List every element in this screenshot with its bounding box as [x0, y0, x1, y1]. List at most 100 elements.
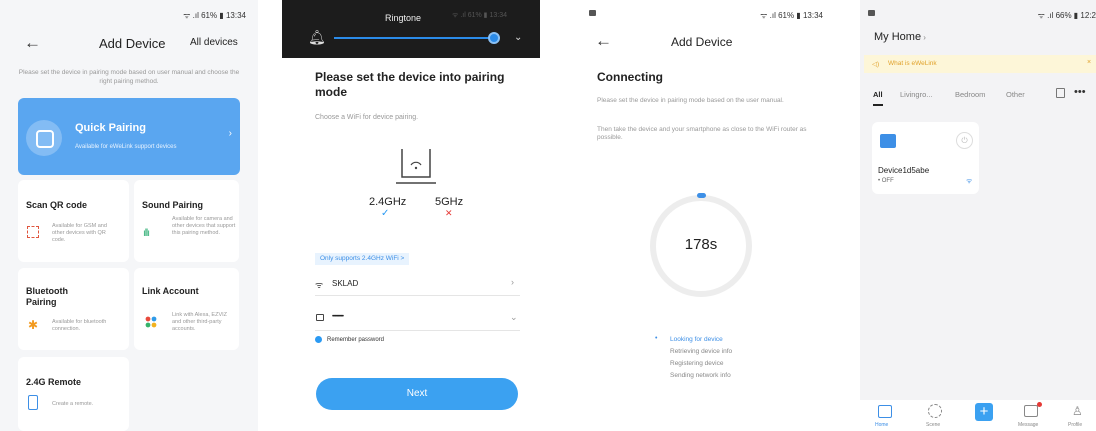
back-arrow-icon[interactable]: ← [595, 32, 612, 49]
link-account-card[interactable]: Link Account Link with Alexa, EZVIZ and … [134, 268, 239, 350]
banner-text: What is eWeLink [888, 60, 937, 67]
scan-qr-desc: Available for GSM and other devices with… [52, 223, 107, 243]
divider [315, 330, 520, 331]
ringtone-label: Ringtone [385, 13, 422, 23]
back-arrow-icon[interactable]: ← [24, 34, 41, 51]
remote-desc: Create a remote. [52, 401, 94, 407]
status-text: ᯤ .ıl 61% ▮ 13:34 [760, 11, 823, 20]
more-options-icon[interactable]: ••• [1074, 86, 1086, 98]
remember-password-label: Remember password [327, 337, 385, 343]
volume-track[interactable] [334, 37, 494, 39]
check-icon: ✓ [381, 208, 390, 219]
info-banner[interactable]: ◁) What is eWeLink × [864, 55, 1096, 73]
nav-home-icon[interactable] [878, 405, 892, 418]
password-field[interactable]: •••••••••• [332, 314, 344, 320]
link-account-desc: Link with Alexa, EZVIZ and other third-p… [172, 312, 228, 332]
volume-slider-knob[interactable] [488, 32, 500, 44]
remember-password-checkbox[interactable] [315, 336, 322, 343]
quick-pairing-icon [26, 120, 62, 156]
quick-pairing-desc: Available for eWeLink support devices [75, 144, 177, 150]
step-looking-for-device: Looking for device [670, 336, 723, 343]
band-24ghz-label: 2.4GHz [369, 196, 407, 208]
status-text: ᯤ .ıl 61% ▮ 13:34 [183, 11, 246, 20]
divider [315, 295, 520, 296]
router-icon [396, 149, 436, 184]
bottom-navigation: Home Scene + Message ♙ Profile [860, 400, 1096, 431]
home-screen: ᯤ .ıl 66% ▮ 12:2 My Home › ◁) What is eW… [860, 0, 1096, 431]
device-icon [880, 134, 896, 148]
home-name: My Home [874, 31, 922, 43]
nav-scene-icon[interactable] [928, 404, 942, 418]
network-icon: ᯤ [966, 178, 973, 185]
ringtone-volume-bar: Ringtone ᯤ .ıl 61% ▮ 13:34 🔔︎ ⌄ [282, 0, 540, 58]
wifi-icon: ᯤ [315, 280, 324, 290]
remote-card[interactable]: 2.4G Remote Create a remote. [18, 357, 129, 431]
list-view-icon[interactable] [1056, 88, 1065, 98]
speaker-icon: ◁) [872, 61, 880, 68]
unread-badge [1037, 402, 1042, 407]
step-bullet: • [655, 335, 658, 342]
sound-pairing-desc: Available for camera and other devices t… [172, 216, 236, 236]
chevron-right-icon: › [921, 33, 926, 42]
bluetooth-icon: ✱ [28, 318, 39, 332]
tab-other[interactable]: Other [1006, 90, 1025, 99]
notification-icon [589, 10, 596, 16]
home-selector[interactable]: My Home › [874, 31, 926, 43]
bluetooth-pairing-card[interactable]: Bluetooth Pairing ✱ Available for blueto… [18, 268, 129, 350]
sound-wave-icon: ıllı [143, 228, 150, 239]
qr-scan-icon [27, 226, 39, 238]
chevron-right-icon[interactable]: › [511, 277, 514, 287]
status-text: ᯤ .ıl 61% ▮ 13:34 [452, 12, 507, 19]
remote-icon [28, 395, 38, 410]
wifi-setup-screen: Ringtone ᯤ .ıl 61% ▮ 13:34 🔔︎ ⌄ Please s… [282, 0, 540, 431]
device-card[interactable]: ⏻ Device1d5abe • OFF ᯤ [872, 122, 979, 194]
step-sending-network-info: Sending network info [670, 372, 731, 379]
sound-pairing-title: Sound Pairing [142, 200, 204, 210]
step-registering-device: Registering device [670, 360, 724, 367]
scan-qr-title: Scan QR code [26, 200, 88, 210]
scan-qr-card[interactable]: Scan QR code Available for GSM and other… [18, 180, 129, 262]
wifi-ssid-value[interactable]: SKLAD [332, 279, 358, 288]
step-retrieving-info: Retrieving device info [670, 348, 733, 355]
link-account-icon [145, 315, 157, 328]
status-text: ᯤ .ıl 66% ▮ 12:2 [1037, 11, 1096, 20]
bluetooth-desc: Available for bluetooth connection. [52, 319, 107, 332]
quick-pairing-title: Quick Pairing [75, 122, 146, 134]
link-account-title: Link Account [142, 286, 199, 296]
tab-bedroom[interactable]: Bedroom [955, 90, 985, 99]
device-status: • OFF [878, 178, 894, 184]
lock-icon [316, 314, 324, 321]
nav-profile-icon[interactable]: ♙ [1072, 404, 1083, 418]
connecting-heading: Connecting [597, 70, 663, 84]
cross-icon: ✕ [445, 208, 453, 218]
chevron-right-icon: › [228, 128, 232, 139]
nav-scene-label: Scene [926, 422, 941, 428]
tab-indicator [873, 104, 883, 106]
all-devices-link[interactable]: All devices [190, 37, 238, 48]
eye-toggle-icon[interactable]: ⌄ [510, 312, 518, 323]
close-icon[interactable]: × [1087, 59, 1091, 66]
instruction-text: Please set the device in pairing mode ba… [18, 69, 240, 85]
connecting-screen: ᯤ .ıl 61% ▮ 13:34 ← Add Device Connectin… [575, 0, 835, 431]
quick-pairing-card[interactable]: Quick Pairing Available for eWeLink supp… [18, 98, 240, 175]
notification-icon [868, 10, 875, 16]
next-button[interactable]: Next [316, 378, 518, 410]
power-button-icon[interactable]: ⏻ [956, 132, 973, 149]
bell-icon: 🔔︎ [308, 29, 326, 45]
band-5ghz-label: 5GHz [435, 196, 464, 208]
wifi-subheading: Choose a WiFi for device pairing. [315, 114, 419, 121]
nav-home-label: Home [875, 422, 889, 428]
nav-message-icon[interactable] [1024, 405, 1038, 417]
bluetooth-title: Bluetooth Pairing [26, 286, 68, 307]
status-bar: ᯤ .ıl 66% ▮ 12:2 [860, 0, 1096, 28]
page-title: Add Device [671, 35, 733, 49]
status-bar: ᯤ .ıl 61% ▮ 13:34 [575, 0, 835, 28]
page-title: Add Device [99, 36, 166, 51]
status-bar: ᯤ .ıl 61% ▮ 13:34 [0, 0, 258, 28]
chevron-down-icon[interactable]: ⌄ [514, 32, 522, 43]
add-device-button[interactable]: + [975, 403, 993, 421]
tab-livingroom[interactable]: Livingro... [900, 90, 933, 99]
supports-24ghz-note[interactable]: Only supports 2.4GHz WiFi > [315, 253, 410, 265]
tab-all[interactable]: All [873, 90, 883, 99]
sound-pairing-card[interactable]: Sound Pairing ıllı Available for camera … [134, 180, 239, 262]
